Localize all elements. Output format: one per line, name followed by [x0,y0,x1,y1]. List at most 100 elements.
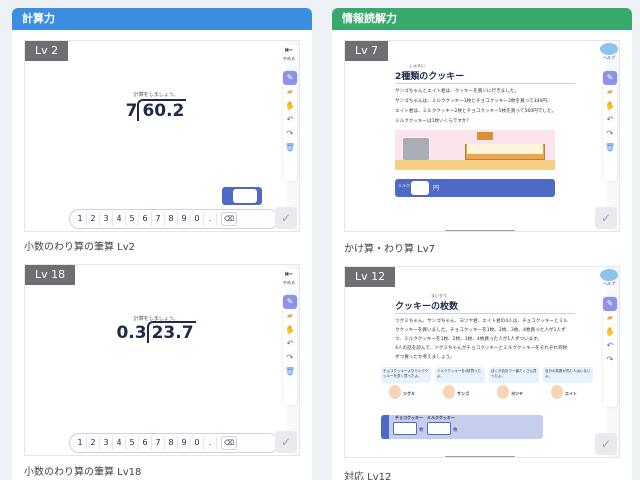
choco-count-input[interactable] [393,422,417,435]
problem-screen: 計算をしましょう。 7 60.2 1 2 3 4 5 6 7 8 9 0 . ⌫ [25,41,287,232]
eraser-icon[interactable]: ▰ [603,311,617,325]
text-line: ククッキーを買いました。チョコクッキーを1枚、2枚、3枚、4枚買った人が1人ず [395,328,566,333]
pen-icon[interactable]: ✎ [603,297,617,311]
hand-icon[interactable]: ✋ [603,99,617,113]
scrollbar[interactable] [445,456,515,457]
card-caption[interactable]: 小数のわり算の筆算 Lv18 [24,463,141,478]
character-name: サンゴ [457,391,469,396]
key-4[interactable]: 4 [113,436,126,450]
pen-icon[interactable]: ✎ [283,295,297,309]
problem-title-text: クッキーの枚数 [395,302,459,312]
key-0[interactable]: 0 [191,212,204,226]
key-1[interactable]: 1 [74,212,87,226]
hand-icon[interactable]: ✋ [283,323,297,337]
problem-screen: 2種類のクッキー しゅるい サンゴちゃんとエイト君は、クッキーを買いに行きました… [345,41,607,231]
key-4[interactable]: 4 [113,212,126,226]
delete-key-icon[interactable]: ⌫ [221,436,237,450]
problem-card-reading-lv12[interactable]: クッキーの枚数 まいすう ツグミちゃん、サンゴちゃん、ヨツヤ君、エイト君の4人は… [344,266,620,458]
key-3[interactable]: 3 [100,436,113,450]
key-2[interactable]: 2 [87,212,100,226]
answer-input[interactable] [233,189,257,203]
milk-count-input[interactable] [427,422,451,435]
trash-icon[interactable]: 🗑 [283,141,297,155]
key-8[interactable]: 8 [165,436,178,450]
key-6[interactable]: 6 [139,212,152,226]
key-1[interactable]: 1 [74,436,87,450]
key-6[interactable]: 6 [139,436,152,450]
key-5[interactable]: 5 [126,436,139,450]
key-7[interactable]: 7 [152,212,165,226]
divider [25,231,287,232]
hand-icon[interactable]: ✋ [603,325,617,339]
eraser-icon[interactable]: ▰ [603,85,617,99]
help-button[interactable]: ヘルプ [599,43,619,63]
character-eito: 自分の枚数が同じ人はいないよ。 エイト [543,367,593,407]
undo-icon[interactable]: ↶ [283,337,297,351]
submit-check-button[interactable]: ✓ [595,207,617,229]
exit-button[interactable]: ⇤ やめる [281,269,297,289]
key-9[interactable]: 9 [178,212,191,226]
undo-icon[interactable]: ↶ [283,113,297,127]
card-caption[interactable]: かけ算・わり算 Lv7 [344,240,435,255]
key-dot[interactable]: . [204,212,217,226]
problem-card-calc-lv18[interactable]: 計算をしましょう。 0.3 23.7 1 2 3 4 5 6 7 8 9 0 . … [24,264,300,456]
check-icon: ✓ [600,211,612,225]
redo-icon[interactable]: ↷ [283,127,297,141]
problem-text: ツグミちゃん、サンゴちゃん、ヨツヤ君、エイト君の4人は、チョコクッキーとミル ク… [395,317,595,362]
trash-icon[interactable]: 🗑 [283,365,297,379]
pen-icon[interactable]: ✎ [603,71,617,85]
panel-tab [381,415,389,439]
submit-check-button[interactable]: ✓ [275,431,297,453]
number-keypad: 1 2 3 4 5 6 7 8 9 0 . ⌫ [69,433,279,453]
hand-icon[interactable]: ✋ [283,99,297,113]
dividend: 23.7 [146,321,196,343]
division-problem: 7 60.2 [25,99,287,121]
eraser-icon[interactable]: ▰ [283,309,297,323]
scrollbar[interactable] [445,230,515,231]
key-dot[interactable]: . [204,436,217,450]
submit-check-button[interactable]: ✓ [275,207,297,229]
key-3[interactable]: 3 [100,212,113,226]
answer-input[interactable] [411,181,429,195]
redo-icon[interactable]: ↷ [283,351,297,365]
trash-icon[interactable]: 🗑 [603,141,617,155]
answer-unit: 円 [433,185,440,192]
undo-icon[interactable]: ↶ [603,339,617,353]
pen-icon[interactable]: ✎ [283,71,297,85]
key-8[interactable]: 8 [165,212,178,226]
problem-text: サンゴちゃんとエイト君は、クッキーを買いに行きました。 サンゴちゃんは、ミルクク… [395,87,585,127]
answer-area[interactable]: ミルク 円 [395,179,555,197]
reading-column: 情報読解力 2種類のクッキー しゅるい サンゴちゃんとエイト君は、クッキーを買い… [332,8,632,480]
submit-check-button[interactable]: ✓ [595,433,617,455]
problem-card-calc-lv2[interactable]: 計算をしましょう。 7 60.2 1 2 3 4 5 6 7 8 9 0 . ⌫ … [24,40,300,232]
tool-sidebar: ✎ ▰ ✋ ↶ ↷ 🗑 [603,71,617,181]
redo-icon[interactable]: ↷ [603,127,617,141]
help-button[interactable]: ヘルプ [599,269,619,289]
card-caption[interactable]: 小数のわり算の筆算 Lv2 [24,238,135,253]
speech-bubble: ぼくが合計で一番たくさん買ったよ。 [489,367,539,383]
milk-label: ミルククッキー [427,415,455,420]
character-yotsuya: ぼくが合計で一番たくさん買ったよ。 ヨツヤ [489,367,539,407]
key-9[interactable]: 9 [178,436,191,450]
check-icon: ✓ [600,437,612,451]
title-ruby: まいすう [431,293,447,298]
number-keypad: 1 2 3 4 5 6 7 8 9 0 . ⌫ [69,209,279,229]
key-5[interactable]: 5 [126,212,139,226]
card-caption[interactable]: 対応 Lv12 [344,468,391,480]
undo-icon[interactable]: ↶ [603,113,617,127]
key-7[interactable]: 7 [152,436,165,450]
key-2[interactable]: 2 [87,436,100,450]
delete-key-icon[interactable]: ⌫ [221,212,237,226]
key-0[interactable]: 0 [191,436,204,450]
speech-bubble: 自分の枚数が同じ人はいないよ。 [543,367,593,383]
answer-area[interactable] [222,187,262,205]
eraser-icon[interactable]: ▰ [283,85,297,99]
milk-unit: 枚 [453,428,458,433]
text-line: ずつ買ったか考えましょう。 [395,355,455,360]
choco-label: チョコクッキー [395,415,423,420]
exit-button[interactable]: ⇤ やめる [281,45,297,65]
redo-icon[interactable]: ↷ [603,353,617,367]
floor [395,160,555,170]
tool-sidebar: ✎ ▰ ✋ ↶ ↷ 🗑 [283,71,297,181]
problem-card-reading-lv7[interactable]: 2種類のクッキー しゅるい サンゴちゃんとエイト君は、クッキーを買いに行きました… [344,40,620,232]
